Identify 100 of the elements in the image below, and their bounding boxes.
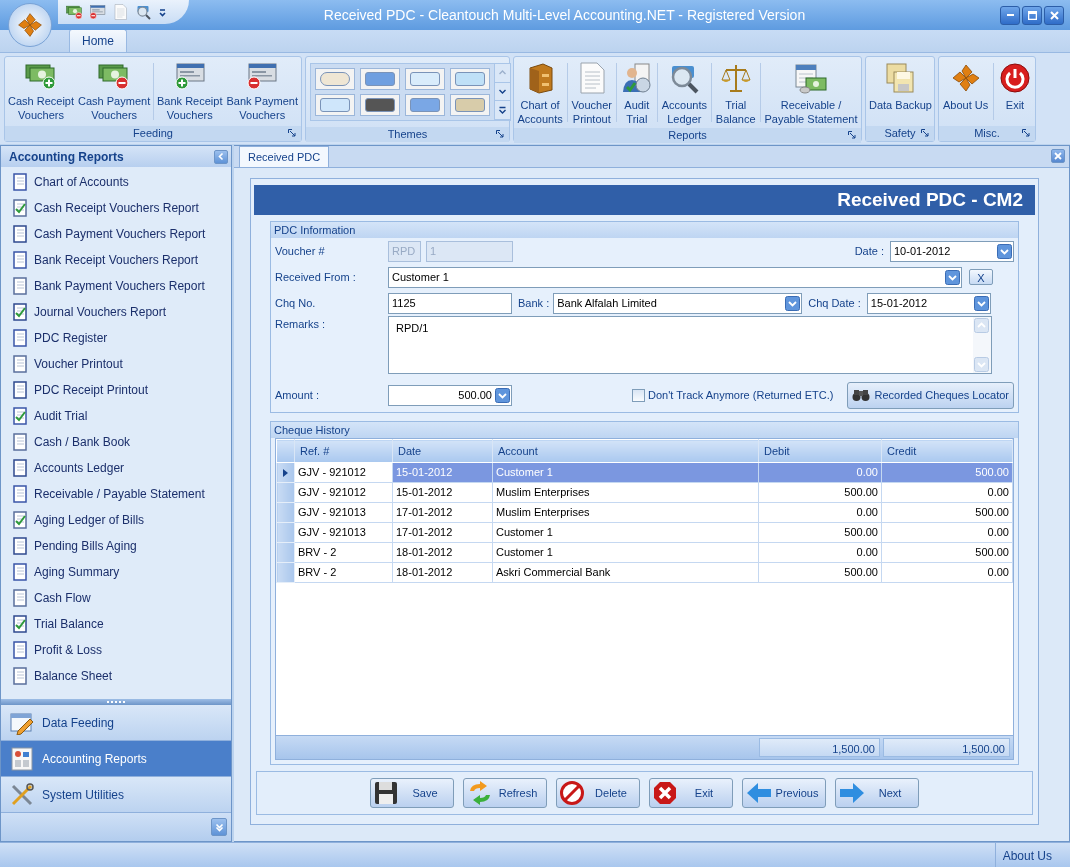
- locator-button[interactable]: Recorded Cheques Locator: [847, 381, 1014, 409]
- overflow-button[interactable]: [211, 818, 227, 836]
- combo-box[interactable]: 500.00: [388, 384, 512, 406]
- sidebar-item[interactable]: Aging Ledger of Bills: [1, 507, 231, 533]
- table-cell: Askri Commercial Bank: [492, 562, 759, 583]
- theme-swatch[interactable]: [405, 94, 445, 116]
- sidebar-item[interactable]: Profit & Loss: [1, 637, 231, 663]
- notebook-icon: [12, 511, 28, 529]
- sidebar-item[interactable]: Cash Receipt Vouchers Report: [1, 195, 231, 221]
- sidebar-item[interactable]: Audit Trial: [1, 403, 231, 429]
- splitter-handle[interactable]: [107, 700, 125, 704]
- ribbon-button[interactable]: Cash Receipt Vouchers: [6, 59, 77, 124]
- sidebar-item[interactable]: Bank Payment Vouchers Report: [1, 273, 231, 299]
- table-cell: Muslim Enterprises: [492, 502, 759, 523]
- logo-icon: [16, 11, 44, 39]
- column-header[interactable]: Credit: [881, 439, 1013, 463]
- ribbon-button[interactable]: Audit Trial: [618, 59, 655, 126]
- theme-swatch[interactable]: [450, 68, 490, 90]
- dialog-launcher-icon[interactable]: [1022, 129, 1030, 137]
- close-button[interactable]: [1044, 5, 1064, 25]
- action-button[interactable]: Delete: [556, 778, 640, 808]
- ribbon-button[interactable]: About Us: [940, 59, 991, 124]
- row-selector[interactable]: [276, 462, 295, 483]
- ribbon-button[interactable]: Receivable / Payable Statement: [762, 59, 860, 126]
- column-header[interactable]: Debit: [758, 439, 882, 463]
- sidebar-item[interactable]: Trial Balance: [1, 611, 231, 637]
- close-button[interactable]: [1051, 149, 1065, 163]
- theme-swatch[interactable]: [360, 94, 400, 116]
- more-icon: [498, 105, 507, 115]
- sidebar-item[interactable]: PDC Register: [1, 325, 231, 351]
- toolbar-button[interactable]: [135, 4, 152, 20]
- dialog-launcher-icon[interactable]: [921, 129, 929, 137]
- sidebar-item[interactable]: Pending Bills Aging: [1, 533, 231, 559]
- sidebar-item[interactable]: Bank Receipt Vouchers Report: [1, 247, 231, 273]
- sidebar-item[interactable]: Chart of Accounts: [1, 169, 231, 195]
- combo-box[interactable]: 10-01-2012: [890, 240, 1014, 262]
- scrollbar[interactable]: [973, 317, 991, 373]
- theme-swatch[interactable]: [450, 94, 490, 116]
- notebook-icon: [12, 303, 28, 321]
- minimize-button[interactable]: [1000, 5, 1020, 25]
- sidebar-item[interactable]: PDC Receipt Printout: [1, 377, 231, 403]
- column-header[interactable]: Ref. #: [294, 439, 393, 463]
- nav-button[interactable]: System Utilities: [1, 777, 231, 813]
- dialog-launcher-icon[interactable]: [848, 131, 856, 139]
- action-button[interactable]: Exit: [649, 778, 733, 808]
- column-header[interactable]: Date: [392, 439, 493, 463]
- ribbon-button[interactable]: Voucher Printout: [569, 59, 614, 126]
- date-field[interactable]: 10-01-2012: [891, 241, 997, 261]
- action-button[interactable]: Refresh: [463, 778, 547, 808]
- maximize-button[interactable]: [1022, 5, 1042, 25]
- collapse-button[interactable]: [214, 149, 228, 164]
- cheque-date-field[interactable]: 15-01-2012: [867, 293, 974, 313]
- amount-field[interactable]: 500.00: [389, 385, 495, 405]
- ribbon-button[interactable]: Bank Receipt Vouchers: [155, 59, 225, 124]
- theme-swatch[interactable]: [405, 68, 445, 90]
- more-button[interactable]: [495, 101, 510, 120]
- ribbon-button[interactable]: Data Backup: [867, 59, 934, 124]
- tools-icon: [10, 782, 34, 807]
- ribbon-button[interactable]: Trial Balance: [713, 59, 758, 126]
- nav-button[interactable]: Data Feeding: [1, 705, 231, 741]
- ribbon-button[interactable]: Bank Payment Vouchers: [224, 59, 300, 124]
- combo-box[interactable]: 15-01-2012: [866, 292, 991, 314]
- dialog-launcher-icon[interactable]: [496, 130, 504, 138]
- table-cell: GJV - 921012: [294, 482, 393, 503]
- sidebar-item[interactable]: Journal Vouchers Report: [1, 299, 231, 325]
- action-button[interactable]: Previous: [742, 778, 826, 808]
- sidebar-item[interactable]: Voucher Printout: [1, 351, 231, 377]
- ribbon-button[interactable]: Cash Payment Vouchers: [76, 59, 153, 124]
- theme-swatch[interactable]: [315, 68, 355, 90]
- cheque-number-field[interactable]: 1125: [388, 292, 512, 314]
- cheque-icon: [173, 62, 206, 90]
- field-label: Amount :: [275, 387, 321, 403]
- ribbon-button[interactable]: Exit: [997, 59, 1033, 124]
- action-button[interactable]: Next: [835, 778, 919, 808]
- sidebar-item[interactable]: Cash Flow: [1, 585, 231, 611]
- sidebar-item[interactable]: Cash Payment Vouchers Report: [1, 221, 231, 247]
- column-header[interactable]: Account: [492, 439, 759, 463]
- sidebar-item[interactable]: Cash / Bank Book: [1, 429, 231, 455]
- sidebar-item[interactable]: Balance Sheet: [1, 663, 231, 689]
- combo-box[interactable]: Bank Alfalah Limited: [553, 292, 803, 314]
- action-button[interactable]: Save: [370, 778, 454, 808]
- bank-field[interactable]: Bank Alfalah Limited: [554, 293, 786, 313]
- clear-button[interactable]: X: [969, 269, 993, 285]
- ribbon-button[interactable]: Accounts Ledger: [659, 59, 709, 126]
- checkbox[interactable]: [631, 388, 645, 402]
- toolbar-button[interactable]: [89, 4, 106, 20]
- nav-button[interactable]: Accounting Reports: [1, 741, 231, 777]
- theme-swatch[interactable]: [315, 94, 355, 116]
- ribbon-button[interactable]: Chart of Accounts: [515, 59, 565, 126]
- toolbar-button[interactable]: [66, 4, 83, 20]
- dialog-launcher-icon[interactable]: [288, 129, 296, 137]
- ribbon-tab[interactable]: Home: [69, 29, 127, 52]
- sidebar-item[interactable]: Receivable / Payable Statement: [1, 481, 231, 507]
- sidebar-item[interactable]: Accounts Ledger: [1, 455, 231, 481]
- notebook-icon: [12, 199, 28, 217]
- customize-button[interactable]: [158, 7, 167, 17]
- document-tab[interactable]: Received PDC: [239, 145, 330, 167]
- sidebar-item[interactable]: Aging Summary: [1, 559, 231, 585]
- theme-swatch[interactable]: [360, 68, 400, 90]
- table-cell: 17-01-2012: [392, 522, 493, 543]
